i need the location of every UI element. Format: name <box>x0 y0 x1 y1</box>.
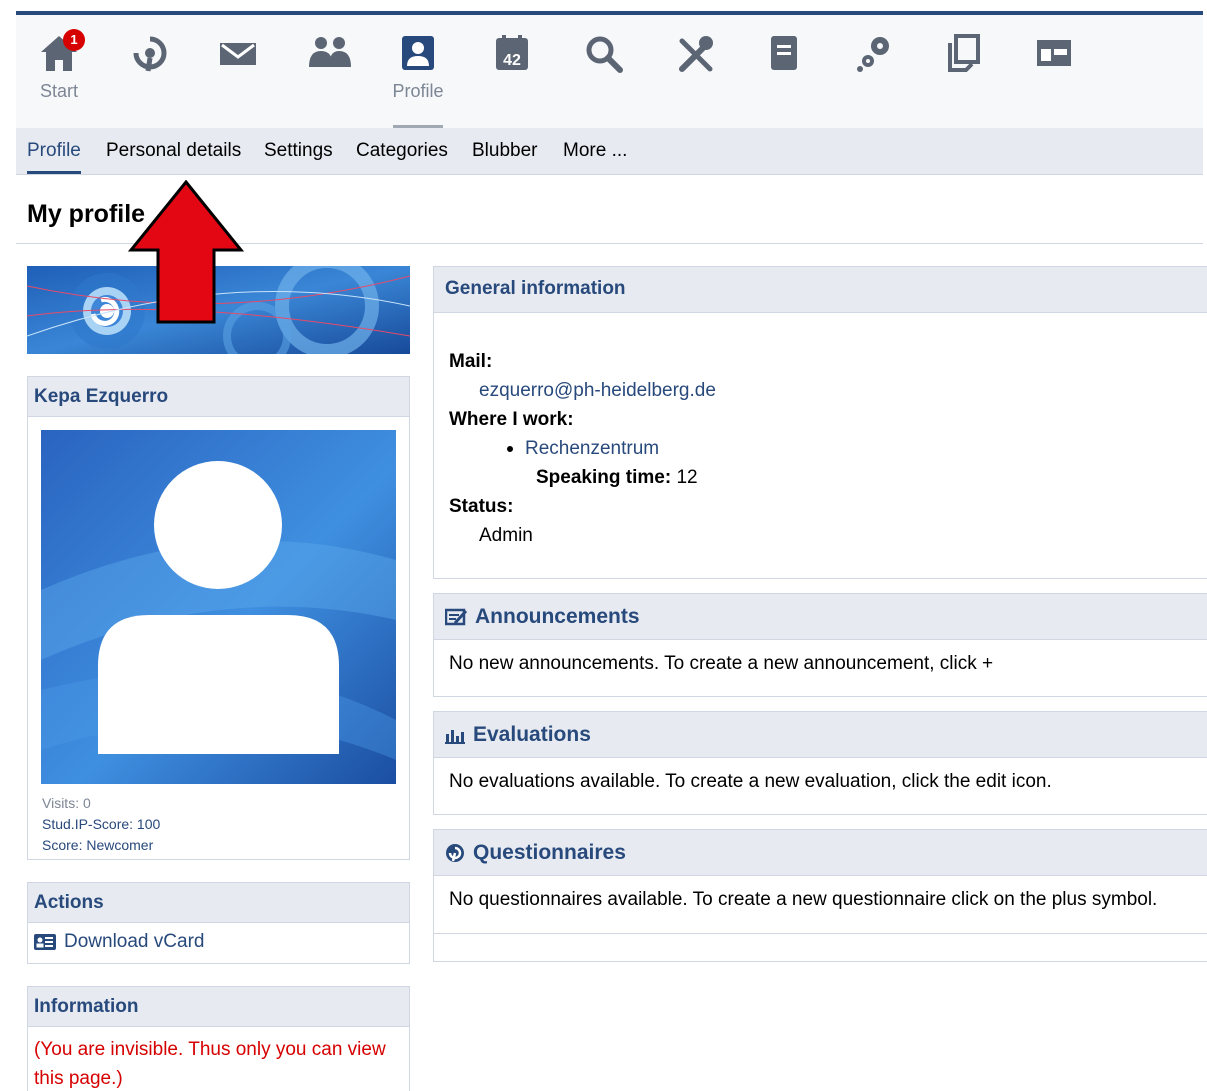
invisible-notice: (You are invisible. Thus only you can vi… <box>34 1039 386 1089</box>
general-information-title: General information <box>434 267 1207 313</box>
speaking-time: Speaking time: 12 <box>449 463 716 492</box>
studip-score-link[interactable]: Stud.IP-Score: 100 <box>42 814 160 835</box>
information-box: Information (You are invisible. Thus onl… <box>27 986 410 1091</box>
download-vcard-label: Download vCard <box>64 931 205 952</box>
calendar-icon: 42 <box>496 35 528 70</box>
mail-label: Mail: <box>449 351 493 372</box>
institute-link[interactable]: Rechenzentrum <box>525 438 659 459</box>
user-card: Kepa Ezquerro Visits: 0 Stud.IP-Score: 1… <box>27 376 410 860</box>
nav-documents[interactable] <box>932 33 996 121</box>
announcement-icon <box>445 608 467 625</box>
questionnaire-icon <box>446 843 464 862</box>
announcements-title: Announcements <box>475 604 640 628</box>
nav-files[interactable] <box>752 33 816 121</box>
nav-search[interactable] <box>572 33 636 121</box>
profile-icon <box>402 36 434 70</box>
information-title: Information <box>28 987 409 1027</box>
general-information-body: Mail: ezquerro@ph-heidelberg.de Where I … <box>449 347 716 550</box>
nav-calendar[interactable]: 42 <box>480 33 544 121</box>
evaluation-chart-icon <box>445 729 465 744</box>
nav-messages[interactable] <box>206 33 270 121</box>
avatar <box>41 430 396 784</box>
tab-categories[interactable]: Categories <box>356 128 448 174</box>
announcements-header[interactable]: Announcements <box>434 594 1207 640</box>
status-value: Admin <box>479 525 533 546</box>
mail-link[interactable]: ezquerro@ph-heidelberg.de <box>449 376 716 405</box>
tab-blubber[interactable]: Blubber <box>472 128 538 174</box>
visits-count: Visits: 0 <box>42 795 91 811</box>
evaluations-header[interactable]: Evaluations <box>434 712 1207 758</box>
user-name: Kepa Ezquerro <box>28 377 409 417</box>
questionnaires-title: Questionnaires <box>473 840 626 864</box>
evaluations-widget: Evaluations No evaluations available. To… <box>433 711 1207 815</box>
settings-icon <box>857 37 889 72</box>
studip-icon <box>133 36 167 72</box>
tab-more[interactable]: More ... <box>563 128 627 174</box>
avatar-head <box>154 461 282 589</box>
files-icon <box>771 36 797 70</box>
work-item: Rechenzentrum <box>449 434 716 463</box>
questionnaires-widget: Questionnaires No questionnaires availab… <box>433 829 1207 962</box>
nav-studip[interactable] <box>118 33 182 121</box>
calendar-number: 42 <box>503 52 521 69</box>
questionnaires-text: No questionnaires available. To create a… <box>434 876 1207 934</box>
user-stats: Visits: 0 Stud.IP-Score: 100 Score: Newc… <box>42 793 160 856</box>
announcements-widget: Announcements No new announcements. To c… <box>433 593 1207 697</box>
tab-settings[interactable]: Settings <box>264 128 333 174</box>
nav-profile[interactable]: Profile <box>386 33 450 129</box>
nav-tools[interactable] <box>664 33 728 121</box>
nav-start-label: Start <box>39 81 78 101</box>
red-arrow-annotation <box>128 180 244 324</box>
bullet <box>507 445 513 452</box>
community-icon <box>309 37 351 67</box>
announcements-text: No new announcements. To create a new an… <box>449 653 994 674</box>
admin-icon <box>1037 40 1071 66</box>
questionnaires-header[interactable]: Questionnaires <box>434 830 1207 876</box>
mail-icon <box>220 43 256 65</box>
sub-navigation: Profile Personal details Settings Catego… <box>16 128 1203 175</box>
speaking-time-value: 12 <box>676 467 698 488</box>
actions-box: Actions Download vCard <box>27 882 410 964</box>
score-rank-link[interactable]: Score: Newcomer <box>42 835 160 856</box>
actions-title: Actions <box>28 883 409 923</box>
nav-settings[interactable] <box>842 33 906 121</box>
top-navigation: 1 Start Profile 42 <box>0 0 1207 129</box>
documents-icon <box>948 34 980 72</box>
nav-community[interactable] <box>298 33 362 121</box>
general-information-box: General information Mail: ezquerro@ph-he… <box>433 266 1207 579</box>
search-icon <box>586 36 623 73</box>
vcard-icon <box>34 934 56 950</box>
nav-profile-label: Profile <box>392 81 444 101</box>
avatar-body <box>98 615 339 754</box>
evaluations-title: Evaluations <box>473 722 591 746</box>
notification-badge: 1 <box>63 29 85 51</box>
status-label: Status: <box>449 496 514 517</box>
tab-personal-details[interactable]: Personal details <box>106 128 241 174</box>
nav-start[interactable]: 1 Start <box>27 29 91 121</box>
tab-profile[interactable]: Profile <box>27 128 81 174</box>
evaluations-text: No evaluations available. To create a ne… <box>449 771 1052 792</box>
download-vcard-link[interactable]: Download vCard <box>28 923 409 961</box>
tools-icon <box>679 36 713 72</box>
nav-admin[interactable] <box>1022 33 1086 121</box>
work-label: Where I work: <box>449 409 574 430</box>
speaking-time-label: Speaking time: <box>536 467 672 488</box>
